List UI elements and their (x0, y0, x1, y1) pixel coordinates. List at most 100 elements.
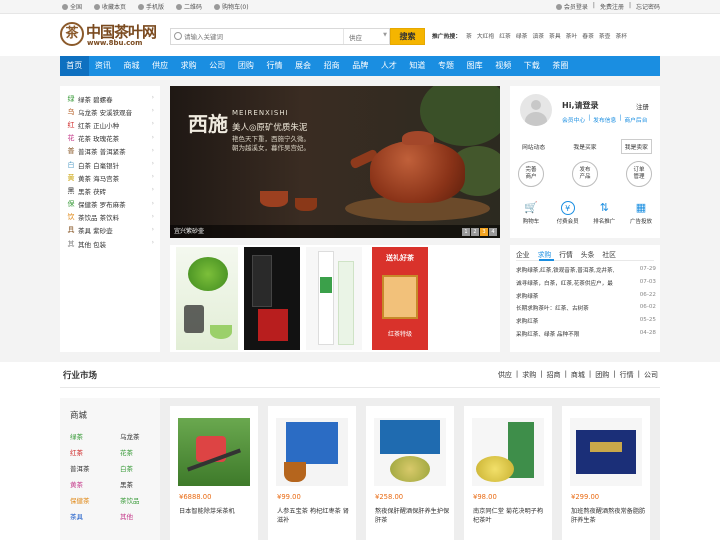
order-management-button[interactable]: 订单 管理 (626, 161, 652, 187)
category-item[interactable]: 饮茶饮品 茶饮料 › (60, 211, 160, 224)
nav-item-buy[interactable]: 求购 (174, 56, 203, 76)
search-button[interactable]: 搜索 (390, 28, 425, 45)
bookmark-link[interactable]: 收藏本页 (94, 2, 126, 11)
merchant-backend-link[interactable]: 商户后台 (624, 115, 647, 124)
product-image-green-tea[interactable] (176, 247, 238, 350)
product-card[interactable]: ¥98.00 南京同仁堂 菊花决明子枸杞茶叶 (464, 406, 552, 540)
site-logo[interactable]: 茶 中国茶叶网 www.8bu.com (60, 22, 157, 50)
search-scope-select[interactable]: 供应 ▼ (343, 29, 391, 44)
region-link[interactable]: 全国 (62, 2, 82, 11)
market-link-buy[interactable]: 求购 (522, 370, 536, 380)
mall-category-link[interactable]: 茶饮品 (120, 495, 140, 505)
category-item[interactable]: 白白茶 白毫银针 › (60, 158, 160, 171)
product-name[interactable]: 南京同仁堂 菊花决明子枸杞茶叶 (473, 507, 549, 525)
nav-item-news[interactable]: 资讯 (89, 56, 118, 76)
register-link[interactable]: 免费注册 (600, 2, 624, 11)
nav-item-brand[interactable]: 品牌 (346, 56, 375, 76)
register-button[interactable]: 注册 (636, 101, 649, 111)
market-link-mall[interactable]: 商城 (571, 370, 585, 380)
product-name[interactable]: 熬夜保肝醒酒保肝养生护保肝茶 (375, 507, 451, 525)
mall-category-link[interactable]: 白茶 (120, 463, 133, 473)
market-link-group[interactable]: 团购 (595, 370, 609, 380)
tab-headlines[interactable]: 头条 (581, 249, 595, 259)
nav-item-mall[interactable]: 商城 (117, 56, 146, 76)
product-image-gift-box[interactable] (244, 247, 300, 350)
mall-category-link[interactable]: 普洱茶 (70, 463, 90, 473)
nav-item-download[interactable]: 下载 (518, 56, 547, 76)
tab-site-news[interactable]: 网站动态 (518, 139, 549, 154)
product-name[interactable]: 加班熬夜醒酒熬夜常备脂肪肝养生茶 (571, 507, 647, 525)
nav-item-topics[interactable]: 专题 (432, 56, 461, 76)
category-item[interactable]: 其其他 包装 › (60, 237, 160, 250)
nav-item-gallery[interactable]: 图库 (460, 56, 489, 76)
avatar[interactable] (520, 94, 552, 126)
qrcode-link[interactable]: 二维码 (176, 2, 202, 11)
category-item[interactable]: 红红茶 正山小种 › (60, 118, 160, 131)
tab-community[interactable]: 社区 (602, 249, 616, 259)
mall-category-link[interactable]: 黑茶 (120, 479, 133, 489)
mall-category-link[interactable]: 乌龙茶 (120, 431, 140, 441)
category-item[interactable]: 绿绿茶 碧螺春 › (60, 92, 160, 105)
ad-shortcut[interactable]: ▦ 广告投放 (624, 201, 658, 225)
market-link-invest[interactable]: 招商 (547, 370, 561, 380)
list-item[interactable]: 长期求购茶叶：红茶、古树茶 06-02 (516, 304, 656, 317)
list-item[interactable]: 求购绿茶 06-22 (516, 292, 656, 305)
list-item[interactable]: 采购红茶、绿茶 品种不限 04-28 (516, 330, 656, 343)
hot-item[interactable]: 茶 (466, 31, 472, 40)
hero-page-dot[interactable]: 2 (471, 228, 479, 236)
hero-page-dot[interactable]: 1 (462, 228, 470, 236)
category-item[interactable]: 乌乌龙茶 安溪铁观音 › (60, 105, 160, 118)
product-name[interactable]: 人参五宝茶 枸杞红枣茶 肾滋补 (277, 507, 353, 525)
hero-page-dot[interactable]: 3 (480, 228, 488, 236)
product-name[interactable]: 日本智能除芽采茶机 (179, 507, 255, 516)
tab-buyer[interactable]: 我是买家 (569, 139, 600, 154)
nav-item-jobs[interactable]: 人才 (375, 56, 404, 76)
login-link[interactable]: 会员登录 (555, 2, 588, 11)
forgot-password-link[interactable]: 忘记密码 (636, 2, 660, 11)
tab-quotes[interactable]: 行情 (559, 249, 573, 259)
member-center-link[interactable]: 会员中心 (562, 115, 585, 124)
nav-item-quotes[interactable]: 行情 (260, 56, 289, 76)
product-image-tea-pack[interactable] (306, 247, 362, 350)
mall-category-link[interactable]: 茶具 (70, 511, 83, 521)
product-card[interactable]: ¥299.00 加班熬夜醒酒熬夜常备脂肪肝养生茶 (562, 406, 650, 540)
product-card[interactable]: ¥6888.00 日本智能除芽采茶机 (170, 406, 258, 540)
hero-page-dot[interactable]: 4 (489, 228, 497, 236)
hot-item[interactable]: 茶壶 (599, 31, 611, 40)
nav-item-expo[interactable]: 展会 (289, 56, 318, 76)
paid-member-shortcut[interactable]: ¥ 付费会员 (551, 201, 585, 225)
tab-buy[interactable]: 求购 (538, 249, 552, 259)
mall-category-link[interactable]: 保健茶 (70, 495, 90, 505)
mall-category-link[interactable]: 红茶 (70, 447, 83, 457)
nav-item-company[interactable]: 公司 (203, 56, 232, 76)
product-card[interactable]: ¥258.00 熬夜保肝醒酒保肝养生护保肝茶 (366, 406, 454, 540)
ranking-shortcut[interactable]: ⇅ 排名推广 (587, 201, 621, 225)
category-item[interactable]: 具茶具 紫砂壶 › (60, 224, 160, 237)
mobile-link[interactable]: 手机版 (138, 2, 164, 11)
hot-item[interactable]: 茶叶 (566, 31, 578, 40)
list-item[interactable]: 求购绿茶,红茶,铁观音茶,普洱茶,龙井茶, 07-29 (516, 266, 656, 279)
mall-category-link[interactable]: 其他 (120, 511, 133, 521)
category-item[interactable]: 黑黑茶 茯砖 › (60, 184, 160, 197)
hot-item[interactable]: 红茶 (499, 31, 511, 40)
mall-category-link[interactable]: 花茶 (120, 447, 133, 457)
market-link-supply[interactable]: 供应 (498, 370, 512, 380)
product-image-promo[interactable]: 送礼好茶 红茶特级 (372, 247, 428, 350)
category-item[interactable]: 保保健茶 罗布麻茶 › (60, 198, 160, 211)
cart-shortcut[interactable]: 🛒 购物车 (514, 201, 548, 225)
hot-item[interactable]: 茶杯 (615, 31, 627, 40)
search-input[interactable] (184, 30, 344, 43)
nav-item-group[interactable]: 团购 (232, 56, 261, 76)
nav-item-home[interactable]: 首页 (60, 56, 89, 76)
mall-category-link[interactable]: 绿茶 (70, 431, 83, 441)
nav-item-invest[interactable]: 招商 (317, 56, 346, 76)
hot-item[interactable]: 绿茶 (516, 31, 528, 40)
category-item[interactable]: 花花茶 玫瑰花茶 › (60, 132, 160, 145)
nav-item-circle[interactable]: 茶圈 (546, 56, 575, 76)
market-link-quotes[interactable]: 行情 (620, 370, 634, 380)
tab-enterprise[interactable]: 企业 (516, 249, 530, 259)
nav-item-supply[interactable]: 供应 (146, 56, 175, 76)
nav-item-know[interactable]: 知道 (403, 56, 432, 76)
product-card[interactable]: ¥99.00 人参五宝茶 枸杞红枣茶 肾滋补 (268, 406, 356, 540)
hot-item[interactable]: 茶具 (549, 31, 561, 40)
